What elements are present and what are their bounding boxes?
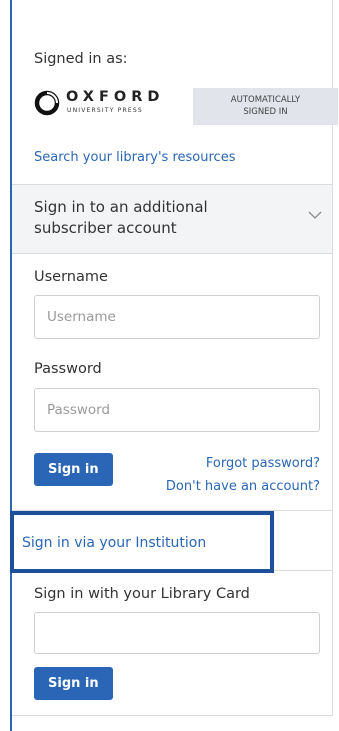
logo-wordmark: OXFORD [66,89,165,105]
signed-in-label: Signed in as: [34,51,128,67]
logo-subtitle: UNIVERSITY PRESS [67,107,143,114]
username-label: Username [34,269,108,285]
chevron-down-icon [308,211,322,219]
institution-sign-in-link[interactable]: Sign in via your Institution [22,535,206,551]
oxford-logo: OXFORD UNIVERSITY PRESS [34,89,184,118]
library-card-field[interactable] [34,612,320,654]
password-field[interactable] [34,388,320,432]
additional-account-accordion[interactable]: Sign in to an additional subscriber acco… [12,184,332,254]
password-label: Password [34,361,102,377]
search-library-link[interactable]: Search your library's resources [34,150,235,165]
library-card-label: Sign in with your Library Card [34,586,250,602]
account-links: Forgot password? Don't have an account? [166,451,320,497]
oxford-logo-icon [34,90,60,116]
sign-in-button[interactable]: Sign in [34,453,113,486]
badge-line-1: AUTOMATICALLY [230,95,301,105]
auto-signed-in-badge: AUTOMATICALLY SIGNED IN [193,88,338,125]
accordion-title: Sign in to an additional subscriber acco… [34,198,208,237]
forgot-password-link[interactable]: Forgot password? [206,456,320,471]
create-account-link[interactable]: Don't have an account? [166,479,320,494]
username-field[interactable] [34,295,320,339]
library-card-sign-in-button[interactable]: Sign in [34,667,113,700]
badge-line-2: SIGNED IN [243,107,288,117]
sign-in-panel: Signed in as: OXFORD UNIVERSITY PRESS AU… [12,0,338,716]
